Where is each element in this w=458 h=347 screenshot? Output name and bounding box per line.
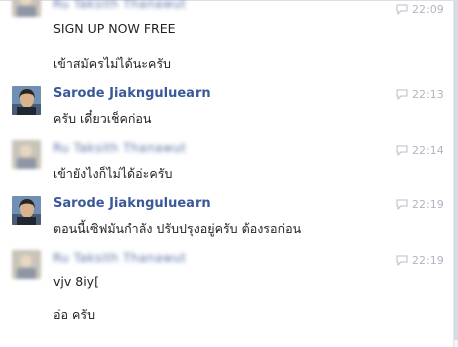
speech-bubble-icon: [396, 255, 408, 266]
timestamp-text: 22:14: [412, 144, 444, 157]
message-timestamp: 22:19: [396, 198, 444, 211]
sender-name[interactable]: Sarode Jiaknguluearn: [53, 196, 211, 211]
sender-name[interactable]: Ru Taksith Thanawut: [53, 141, 186, 155]
sender-avatar[interactable]: [12, 196, 41, 225]
timestamp-text: 22:09: [412, 3, 444, 16]
message-text: vjv 8iy[: [53, 274, 99, 289]
message-text: ครับ เดี๋ยวเช็คก่อน: [53, 111, 152, 126]
message-timestamp: 22:13: [396, 88, 444, 101]
message-text: อ่อ ครับ: [53, 307, 95, 322]
speech-bubble-icon: [396, 4, 408, 15]
message-text: เข้ายังไงก็ไม่ได้อ่ะครับ: [53, 166, 173, 181]
message-text: เข้าสมัครไม่ได้นะครับ: [53, 56, 171, 71]
speech-bubble-icon: [396, 145, 408, 156]
sender-avatar-blurred[interactable]: [12, 250, 41, 279]
speech-bubble-icon: [396, 199, 408, 210]
message-timestamp: 22:19: [396, 254, 444, 267]
timestamp-text: 22:13: [412, 88, 444, 101]
speech-bubble-icon: [396, 89, 408, 100]
message-timestamp: 22:09: [396, 3, 444, 16]
sender-avatar[interactable]: [12, 86, 41, 115]
sender-avatar-blurred[interactable]: [12, 0, 41, 17]
timestamp-text: 22:19: [412, 254, 444, 267]
sender-name[interactable]: Ru Taksith Thanawut: [53, 251, 186, 265]
message-text: ตอนนี้เซิฟมันกำลัง ปรับปรุงอยู่ครับ ต้อง…: [53, 221, 302, 236]
sender-name[interactable]: Ru Taksith Thanawut: [53, 0, 186, 11]
scrollbar[interactable]: [453, 0, 458, 347]
timestamp-text: 22:19: [412, 198, 444, 211]
sender-avatar-blurred[interactable]: [12, 140, 41, 169]
scrollbar-thumb[interactable]: [454, 0, 458, 340]
sender-name[interactable]: Sarode Jiaknguluearn: [53, 86, 211, 101]
message-text: SIGN UP NOW FREE: [53, 21, 176, 36]
message-timestamp: 22:14: [396, 144, 444, 157]
